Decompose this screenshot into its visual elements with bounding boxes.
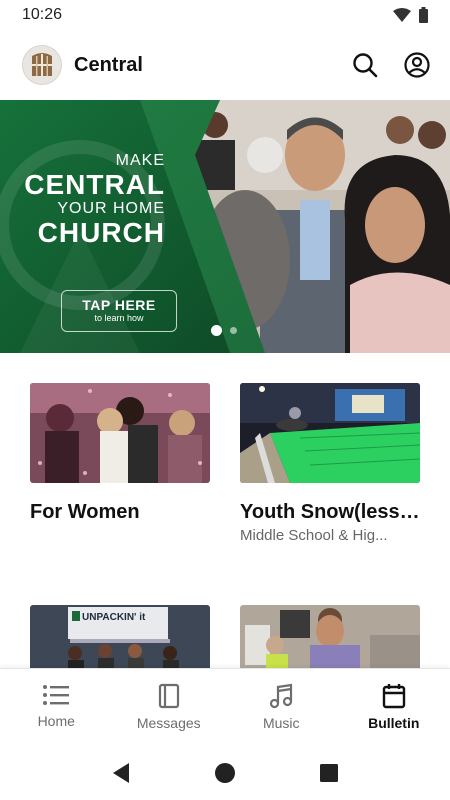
card-youth-snowless[interactable]: Youth Snow(less) Tu... Middle School & H… <box>240 383 420 544</box>
hero-cta-button[interactable]: TAP HERE to learn how <box>61 290 177 332</box>
app-bar: Central <box>0 30 450 100</box>
hero-line-church: CHURCH <box>37 217 165 248</box>
card-image <box>240 383 420 483</box>
status-icons <box>393 7 428 23</box>
wifi-icon <box>393 8 411 22</box>
church-logo[interactable] <box>22 45 62 85</box>
hero-cta-sublabel: to learn how <box>94 313 144 323</box>
church-window-icon <box>32 53 52 76</box>
hero-line-your-home: YOUR HOME <box>57 200 165 217</box>
book-icon <box>158 683 179 709</box>
carousel-dots <box>211 325 237 336</box>
card-for-women[interactable]: For Women <box>30 383 210 525</box>
system-navigation-bar <box>0 746 450 800</box>
card-image <box>30 383 210 483</box>
card-title: For Women <box>30 501 140 523</box>
carousel-dot[interactable] <box>230 327 237 334</box>
nav-music[interactable]: Music <box>225 669 338 746</box>
nav-messages[interactable]: Messages <box>113 669 226 746</box>
nav-home-label: Home <box>37 713 75 729</box>
list-icon <box>43 685 70 705</box>
back-icon[interactable] <box>111 762 131 784</box>
card-subtitle: Middle School & Hig... <box>240 527 388 544</box>
nav-home[interactable]: Home <box>0 669 113 746</box>
status-time: 10:26 <box>22 6 63 23</box>
hero-cta-label: TAP HERE <box>82 297 156 313</box>
bottom-navigation: Home Messages Music Bulletin <box>0 668 450 746</box>
card-title: Youth Snow(less) Tu... <box>240 501 420 523</box>
hero-line-make: MAKE <box>115 152 165 169</box>
calendar-icon <box>382 684 405 709</box>
music-note-icon <box>270 683 293 709</box>
hero-line-central: CENTRAL <box>24 169 165 200</box>
nav-messages-label: Messages <box>136 715 201 731</box>
app-title: Central <box>74 53 143 76</box>
status-bar: 10:26 <box>0 0 450 30</box>
hero-banner[interactable]: MAKE CENTRAL YOUR HOME CHURCH TAP HERE t… <box>0 100 450 353</box>
battery-icon <box>419 7 428 23</box>
nav-music-label: Music <box>262 715 300 731</box>
nav-bulletin[interactable]: Bulletin <box>338 669 450 746</box>
nav-bulletin-label: Bulletin <box>368 715 420 731</box>
snow-tubing-photo <box>240 383 420 483</box>
carousel-dot-active[interactable] <box>211 325 222 336</box>
unpackin-it-text: UNPACKIN' it <box>82 612 146 623</box>
home-circle-icon[interactable] <box>214 762 236 784</box>
recents-square-icon[interactable] <box>319 763 339 783</box>
account-icon[interactable] <box>404 52 430 78</box>
search-icon[interactable] <box>352 52 378 78</box>
women-hug-photo <box>30 383 210 483</box>
